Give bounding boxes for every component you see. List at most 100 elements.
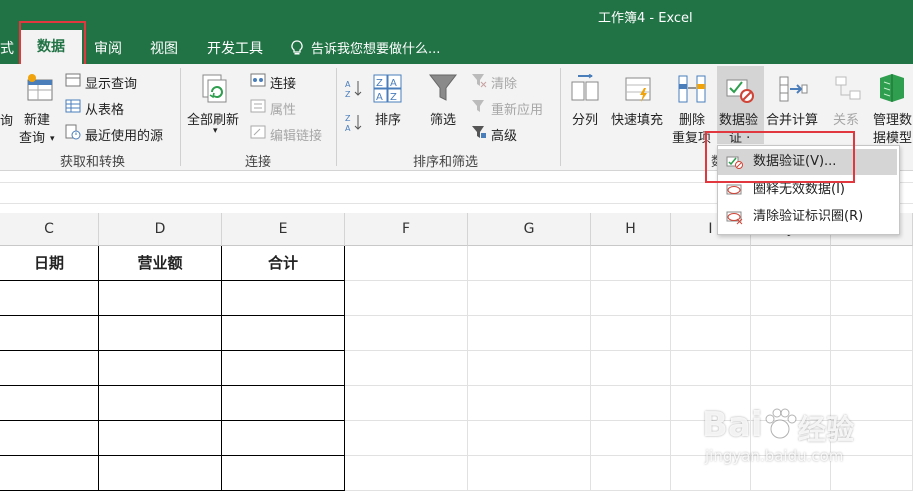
grid-cell[interactable] [468, 246, 591, 281]
reapply-button[interactable]: 重新应用 [491, 99, 543, 118]
group-separator [180, 68, 181, 166]
tab-developer[interactable]: 开发工具 [207, 38, 263, 58]
grid-cell[interactable] [345, 456, 468, 491]
grid-cell[interactable] [591, 456, 671, 491]
column-header-d[interactable]: D [99, 213, 222, 246]
grid-cell[interactable] [345, 386, 468, 421]
grid-cell[interactable] [222, 281, 345, 316]
table-header-cell[interactable]: 日期 [0, 246, 99, 281]
remove-duplicates-label-1[interactable]: 删除 [679, 109, 705, 128]
clear-button[interactable]: 清除 [491, 73, 517, 92]
grid-cell[interactable] [751, 246, 831, 281]
grid-cell[interactable] [99, 281, 222, 316]
grid-cell[interactable] [831, 281, 913, 316]
grid-cell[interactable] [222, 421, 345, 456]
new-query-label-1[interactable]: 新建 [24, 109, 50, 128]
data-validation-dropdown: 数据验证(V)... 圈释无效数据(I) 清除验证标识圈(R) [717, 145, 900, 235]
tell-me-search[interactable]: 告诉我您想要做什么... [311, 38, 440, 57]
table-header-cell[interactable]: 营业额 [99, 246, 222, 281]
grid-cell[interactable] [468, 316, 591, 351]
grid-cell[interactable] [345, 246, 468, 281]
grid-cell[interactable] [671, 316, 751, 351]
recent-sources-button[interactable]: 最近使用的源 [85, 125, 163, 144]
consolidate-button[interactable]: 合并计算 [766, 109, 818, 128]
grid-cell[interactable] [671, 246, 751, 281]
column-header-f[interactable]: F [345, 213, 468, 246]
grid-cell[interactable] [671, 281, 751, 316]
grid-cell[interactable] [0, 316, 99, 351]
grid-cell[interactable] [468, 456, 591, 491]
grid-cell[interactable] [671, 351, 751, 386]
grid-cell[interactable] [345, 281, 468, 316]
grid-cell[interactable] [468, 421, 591, 456]
data-validation-label-1[interactable]: 数据验 [719, 109, 758, 128]
grid-cell[interactable] [468, 351, 591, 386]
grid-cell[interactable] [468, 386, 591, 421]
column-header-h[interactable]: H [591, 213, 671, 246]
tab-review[interactable]: 审阅 [94, 38, 122, 58]
svg-text:Z: Z [345, 114, 351, 123]
grid-cell[interactable] [591, 316, 671, 351]
grid-cell[interactable] [222, 456, 345, 491]
table-header-cell[interactable]: 合计 [222, 246, 345, 281]
column-header-c[interactable]: C [0, 213, 99, 246]
data-validation-label-2[interactable]: 证 · [729, 127, 750, 146]
grid-cell[interactable] [222, 316, 345, 351]
grid-cell[interactable] [751, 281, 831, 316]
grid-cell[interactable] [99, 456, 222, 491]
grid-cell[interactable] [0, 386, 99, 421]
grid-cell[interactable] [831, 316, 913, 351]
grid-cell[interactable] [591, 246, 671, 281]
lightbulb-icon [291, 40, 303, 60]
tab-view[interactable]: 视图 [150, 38, 178, 58]
manage-data-model-label-2[interactable]: 据模型 [873, 127, 912, 146]
column-header-g[interactable]: G [468, 213, 591, 246]
grid-cell[interactable] [0, 456, 99, 491]
tab-formulas-partial[interactable]: 式 [0, 38, 14, 58]
relationships-button[interactable]: 关系 [833, 109, 859, 128]
filter-button[interactable]: 筛选 [430, 109, 456, 128]
new-query-label-2[interactable]: 查询 [19, 127, 45, 146]
ribbon-tabs: 式 数据 审阅 视图 开发工具 告诉我您想要做什么... [0, 30, 913, 64]
grid-cell[interactable] [345, 316, 468, 351]
connections-button[interactable]: 连接 [270, 73, 296, 92]
tab-data[interactable]: 数据 [20, 30, 82, 64]
grid-cell[interactable] [99, 316, 222, 351]
show-queries-button[interactable]: 显示查询 [85, 73, 137, 92]
grid-cell[interactable] [0, 351, 99, 386]
grid-cell[interactable] [222, 351, 345, 386]
grid-cell[interactable] [0, 281, 99, 316]
grid-cell[interactable] [468, 281, 591, 316]
grid-cell[interactable] [591, 351, 671, 386]
grid-cell[interactable] [751, 351, 831, 386]
menu-item-label: 数据验证(V)... [753, 154, 837, 169]
grid-cell[interactable] [345, 351, 468, 386]
menu-item-circle-invalid[interactable]: 圈释无效数据(I) [718, 177, 897, 203]
edit-links-button[interactable]: 编辑链接 [270, 125, 322, 144]
manage-data-model-label-1[interactable]: 管理数 [873, 109, 912, 128]
clear-circles-icon [726, 209, 744, 235]
column-header-e[interactable]: E [222, 213, 345, 246]
advanced-button[interactable]: 高级 [491, 125, 517, 144]
grid-cell[interactable] [222, 386, 345, 421]
grid-cell[interactable] [345, 421, 468, 456]
properties-button[interactable]: 属性 [270, 99, 296, 118]
grid-cell[interactable] [0, 421, 99, 456]
watermark-brand: Bai [702, 405, 763, 445]
grid-cell[interactable] [591, 421, 671, 456]
grid-cell[interactable] [831, 246, 913, 281]
grid-cell[interactable] [591, 281, 671, 316]
grid-cell[interactable] [99, 351, 222, 386]
grid-cell[interactable] [591, 386, 671, 421]
text-to-columns-button[interactable]: 分列 [572, 109, 598, 128]
grid-cell[interactable] [831, 351, 913, 386]
grid-cell[interactable] [99, 386, 222, 421]
from-table-button[interactable]: 从表格 [85, 99, 124, 118]
flash-fill-button[interactable]: 快速填充 [611, 109, 663, 128]
menu-item-clear-validation-circles[interactable]: 清除验证标识圈(R) [718, 204, 897, 230]
sort-button[interactable]: 排序 [375, 109, 401, 128]
grid-cell[interactable] [751, 316, 831, 351]
menu-item-data-validation[interactable]: 数据验证(V)... [718, 149, 897, 175]
grid-cell[interactable] [99, 421, 222, 456]
remove-duplicates-label-2[interactable]: 重复项 [672, 127, 711, 146]
